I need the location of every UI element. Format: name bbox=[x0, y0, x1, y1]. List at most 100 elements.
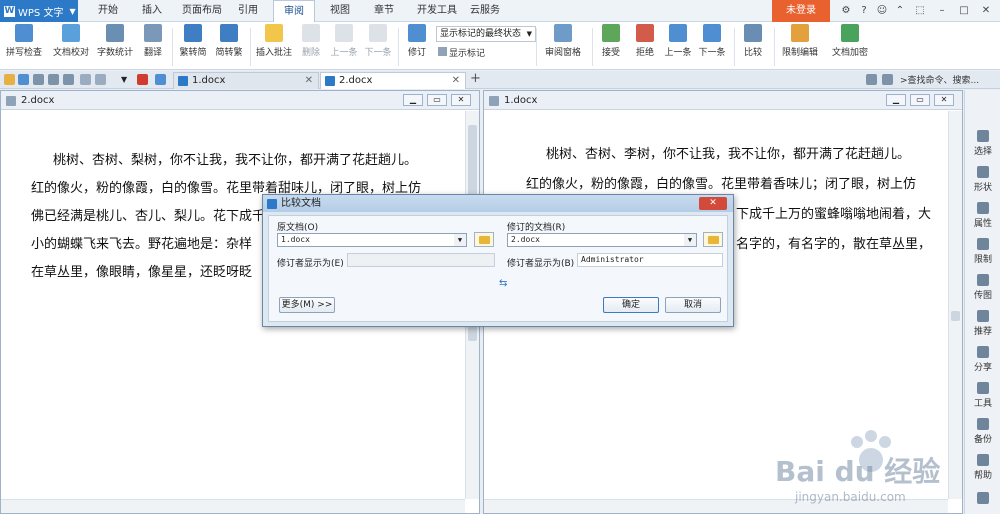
help-icon[interactable]: ? bbox=[854, 3, 874, 19]
tab-insert[interactable]: 插入 bbox=[132, 0, 172, 22]
more-button[interactable]: 更多(M) >> bbox=[279, 297, 335, 313]
minimize-icon[interactable]: ▁ bbox=[886, 94, 906, 106]
restore-icon[interactable]: ▭ bbox=[910, 94, 930, 106]
chevron-down-icon: ▼ bbox=[69, 6, 76, 16]
new-tab-icon[interactable]: + bbox=[470, 71, 481, 86]
to-traditional-button[interactable]: 简转繁 bbox=[212, 24, 246, 58]
prev-icon bbox=[335, 24, 353, 42]
feedback-icon[interactable]: ☺ bbox=[872, 3, 892, 19]
app-menu-button[interactable]: W WPS 文字 ▼ bbox=[0, 0, 78, 22]
close-icon[interactable]: ✕ bbox=[699, 197, 727, 210]
scroll-thumb[interactable] bbox=[951, 311, 960, 321]
delete-comment-button[interactable]: 删除 bbox=[296, 24, 326, 58]
restrict-editing-button[interactable]: 限制编辑 bbox=[778, 24, 822, 58]
tab-review[interactable]: 审阅 bbox=[273, 0, 315, 22]
paragraph-line[interactable]: 名字的，有名字的，散在草丛里， bbox=[736, 231, 946, 259]
maximize-icon[interactable]: □ bbox=[954, 3, 974, 19]
tab-view[interactable]: 视图 bbox=[320, 0, 360, 22]
skin-icon[interactable]: ⚙ bbox=[836, 3, 856, 19]
browse-original-button[interactable] bbox=[474, 232, 494, 247]
restore-icon[interactable]: ⬚ bbox=[910, 3, 930, 19]
preview-icon[interactable] bbox=[63, 74, 74, 85]
tab-cloud[interactable]: 云服务 bbox=[460, 0, 510, 22]
sidepanel-upload-image[interactable]: 传图 bbox=[965, 274, 1000, 301]
sidepanel-restrict[interactable]: 限制 bbox=[965, 238, 1000, 265]
browse-revised-button[interactable] bbox=[703, 232, 723, 247]
wps-office-icon[interactable] bbox=[137, 74, 148, 85]
revised-doc-select[interactable]: 2.docx ▼ bbox=[507, 233, 697, 247]
tab-start[interactable]: 开始 bbox=[88, 0, 128, 22]
doc-check-button[interactable]: 文档校对 bbox=[52, 24, 90, 58]
accept-button[interactable]: 接受 bbox=[596, 24, 626, 58]
sidepanel-recommend[interactable]: 推荐 bbox=[965, 310, 1000, 337]
user-icon[interactable] bbox=[866, 74, 877, 85]
compare-button[interactable]: 比较 bbox=[738, 24, 768, 58]
sidepanel-shape[interactable]: 形状 bbox=[965, 166, 1000, 193]
next-comment-button[interactable]: 下一条 bbox=[362, 24, 394, 58]
close-icon[interactable]: ✕ bbox=[451, 94, 471, 106]
paragraph-line[interactable]: 下成千上万的蜜蜂嗡嗡地闹着，大 bbox=[736, 201, 946, 229]
sidepanel-share[interactable]: 分享 bbox=[965, 346, 1000, 373]
left-pane-header: 2.docx ▁ ▭ ✕ bbox=[1, 91, 479, 110]
sidepanel-settings[interactable] bbox=[965, 492, 1000, 506]
reject-button[interactable]: 拒绝 bbox=[630, 24, 660, 58]
paragraph-line[interactable]: 桃树、杏树、李树，你不让我，我不让你，都开满了花赶趟儿。 bbox=[546, 141, 946, 169]
chevron-up-icon[interactable]: ⌃ bbox=[890, 3, 910, 19]
close-tab-icon[interactable]: ✕ bbox=[452, 73, 460, 89]
ok-button[interactable]: 确定 bbox=[603, 297, 659, 313]
tab-doc-2[interactable]: 2.docx ✕ bbox=[320, 72, 466, 89]
swap-icon[interactable]: ⇆ bbox=[499, 278, 507, 289]
search-command-input[interactable]: >查找命令、搜索... bbox=[900, 73, 979, 86]
cancel-button[interactable]: 取消 bbox=[665, 297, 721, 313]
prev-comment-button[interactable]: 上一条 bbox=[328, 24, 360, 58]
original-doc-select[interactable]: 1.docx ▼ bbox=[277, 233, 467, 247]
sidepanel-properties[interactable]: 属性 bbox=[965, 202, 1000, 229]
sidepanel-backup[interactable]: 备份 bbox=[965, 418, 1000, 445]
original-author-field[interactable] bbox=[347, 253, 495, 267]
word-count-button[interactable]: 字数统计 bbox=[96, 24, 134, 58]
close-icon[interactable]: ✕ bbox=[934, 94, 954, 106]
paragraph-line[interactable]: 小的蝴蝶飞来飞去。野花遍地是：杂样 bbox=[31, 231, 263, 259]
encrypt-doc-button[interactable]: 文档加密 bbox=[828, 24, 872, 58]
minimize-icon[interactable]: – bbox=[932, 3, 952, 19]
tab-dev-tools[interactable]: 开发工具 bbox=[407, 0, 467, 22]
restore-icon[interactable]: ▭ bbox=[427, 94, 447, 106]
open-icon[interactable] bbox=[4, 74, 15, 85]
paragraph-line[interactable]: 桃树、杏树、梨树，你不让我，我不让你，都开满了花赶趟儿。 bbox=[53, 147, 463, 175]
review-pane-button[interactable]: 审阅窗格 bbox=[540, 24, 586, 58]
sidepanel-select[interactable]: 选择 bbox=[965, 130, 1000, 157]
close-tab-icon[interactable]: ✕ bbox=[305, 73, 313, 89]
next-change-button[interactable]: 下一条 bbox=[696, 24, 728, 58]
original-doc-label: 原文档(O) bbox=[277, 223, 319, 233]
redo-icon[interactable] bbox=[95, 74, 106, 85]
tab-chapter[interactable]: 章节 bbox=[364, 0, 404, 22]
insert-comment-button[interactable]: 插入批注 bbox=[254, 24, 294, 58]
tab-reference[interactable]: 引用 bbox=[228, 0, 268, 22]
print-icon[interactable] bbox=[48, 74, 59, 85]
horizontal-scrollbar[interactable] bbox=[1, 499, 465, 513]
show-marks-button[interactable]: 显示标记 bbox=[438, 46, 500, 59]
cube-icon[interactable] bbox=[155, 74, 166, 85]
minimize-icon[interactable]: ▁ bbox=[403, 94, 423, 106]
close-icon[interactable]: ✕ bbox=[976, 3, 996, 19]
tab-page-layout[interactable]: 页面布局 bbox=[172, 0, 232, 22]
export-icon[interactable] bbox=[33, 74, 44, 85]
translate-button[interactable]: 翻译 bbox=[138, 24, 168, 58]
track-changes-button[interactable]: 修订 bbox=[402, 24, 432, 58]
login-button[interactable]: 未登录 bbox=[772, 0, 830, 22]
paragraph-line[interactable]: 在草丛里，像眼睛，像星星，还眨呀眨 bbox=[31, 259, 263, 287]
paragraph-line[interactable]: 佛已经满是桃儿、杏儿、梨儿。花下成千 bbox=[31, 203, 263, 231]
undo-icon[interactable] bbox=[80, 74, 91, 85]
revised-author-field[interactable]: Administrator bbox=[577, 253, 723, 267]
markup-view-select[interactable]: 显示标记的最终状态 ▼ bbox=[436, 26, 536, 42]
chevron-down-icon[interactable]: ▼ bbox=[121, 74, 132, 85]
revised-author-label: 修订者显示为(B) bbox=[507, 259, 575, 269]
save-icon[interactable] bbox=[18, 74, 29, 85]
prev-change-button[interactable]: 上一条 bbox=[662, 24, 694, 58]
sidepanel-help[interactable]: 帮助 bbox=[965, 454, 1000, 481]
to-simplified-button[interactable]: 繁转简 bbox=[176, 24, 210, 58]
spellcheck-button[interactable]: 拼写检查 bbox=[4, 24, 44, 58]
sidepanel-tools[interactable]: 工具 bbox=[965, 382, 1000, 409]
tab-doc-1[interactable]: 1.docx ✕ bbox=[173, 72, 319, 89]
grid-icon[interactable] bbox=[882, 74, 893, 85]
